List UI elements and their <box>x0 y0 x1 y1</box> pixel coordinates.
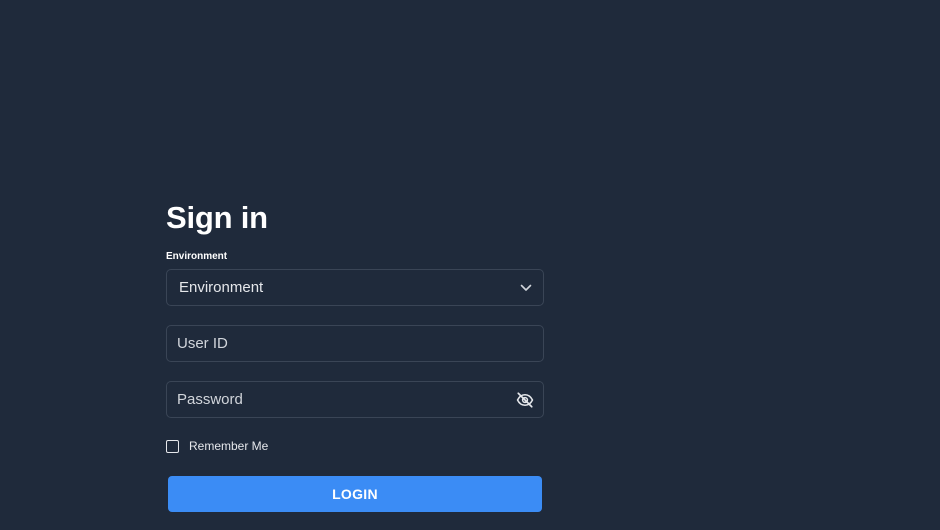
remember-me-option[interactable]: Remember Me <box>166 438 544 454</box>
password-input[interactable] <box>177 382 516 417</box>
login-button[interactable]: LOGIN <box>168 476 542 512</box>
environment-select[interactable]: Environment <box>166 269 544 306</box>
user-id-input[interactable] <box>177 326 533 361</box>
user-id-field <box>166 325 544 362</box>
chevron-down-icon <box>519 281 533 295</box>
login-page: Sign in Environment Environment User ID … <box>0 0 940 530</box>
environment-label: Environment <box>166 251 228 262</box>
page-title: Sign in <box>166 200 268 235</box>
remember-me-checkbox[interactable] <box>166 439 179 453</box>
environment-select-value: Environment <box>179 279 264 296</box>
remember-me-label: Remember Me <box>189 439 269 453</box>
password-field <box>166 381 544 418</box>
eye-off-icon[interactable] <box>516 391 534 409</box>
sign-in-form: Sign in Environment Environment User ID … <box>166 197 544 512</box>
